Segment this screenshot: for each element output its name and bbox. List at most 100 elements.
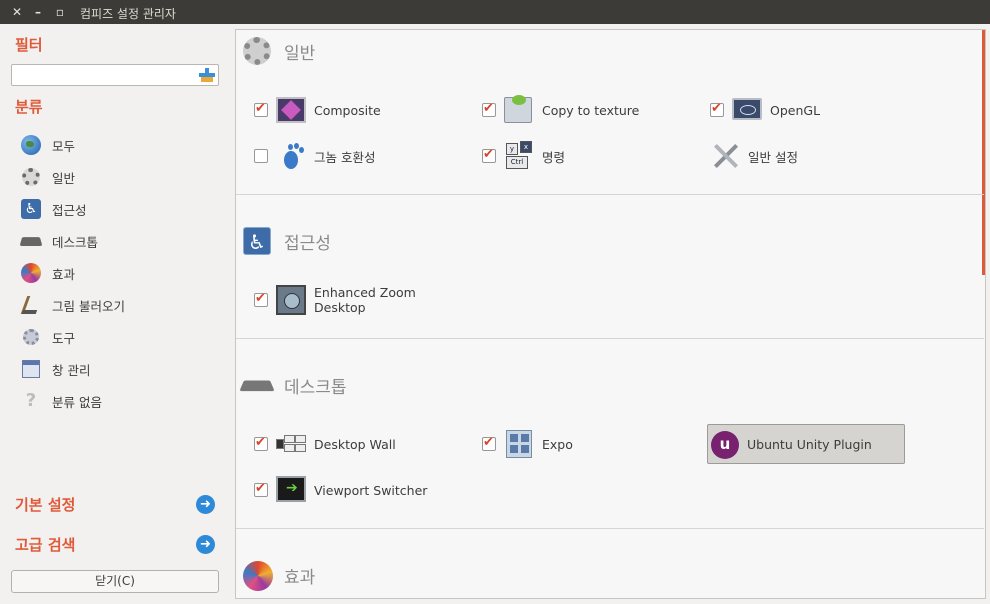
section-header-accessibility: ♿ 접근성 bbox=[242, 225, 331, 257]
category-label: 데스크톱 bbox=[52, 234, 99, 250]
gear-icon bbox=[242, 36, 272, 66]
advanced-search-link[interactable]: 고급 검색 ➜ bbox=[15, 532, 215, 556]
accessibility-icon: ♿ bbox=[20, 198, 42, 220]
window-title: 컴피즈 설정 관리자 bbox=[80, 7, 176, 21]
plugin-opengl[interactable]: OpenGL bbox=[710, 90, 910, 130]
minimize-window-icon[interactable]: – bbox=[30, 4, 46, 20]
category-label: 그림 불러오기 bbox=[52, 298, 125, 314]
category-label: 일반 bbox=[52, 170, 76, 186]
effects-icon bbox=[242, 560, 273, 591]
category-label: 접근성 bbox=[52, 202, 87, 218]
plugin-composite[interactable]: Composite bbox=[254, 90, 454, 130]
section-header-desktop: 데스크톱 bbox=[239, 369, 347, 401]
section-title: 효과 bbox=[284, 567, 316, 588]
filter-field[interactable] bbox=[11, 64, 219, 86]
plugin-checkbox[interactable] bbox=[254, 149, 268, 163]
plugin-label: 그놈 호환성 bbox=[314, 149, 376, 165]
accessibility-icon: ♿ bbox=[242, 226, 272, 256]
category-label: 창 관리 bbox=[52, 362, 91, 378]
section-divider bbox=[236, 338, 984, 339]
category-label: 분류 없음 bbox=[52, 394, 102, 410]
plugin-list-pane[interactable]: 일반 Composite Copy to texture OpenGL 그놈 호… bbox=[235, 29, 986, 599]
category-label: 도구 bbox=[52, 330, 76, 346]
plugin-copy-to-texture[interactable]: Copy to texture bbox=[482, 90, 682, 130]
desktop-wall-icon bbox=[276, 429, 306, 459]
window-management-icon bbox=[20, 358, 42, 380]
keyboard-command-icon: y x Ctrl bbox=[504, 141, 534, 171]
arrow-right-icon[interactable]: ➜ bbox=[196, 495, 215, 514]
section-title: 접근성 bbox=[284, 233, 331, 254]
plugin-label: Ubuntu Unity Plugin bbox=[747, 436, 872, 452]
plugin-commands[interactable]: y x Ctrl 명령 bbox=[482, 136, 682, 176]
category-window-management[interactable]: 창 관리 bbox=[20, 357, 220, 381]
plugin-ubuntu-unity[interactable]: u Ubuntu Unity Plugin bbox=[707, 424, 905, 464]
close-window-icon[interactable]: ✕ bbox=[9, 4, 25, 20]
plugin-checkbox[interactable] bbox=[482, 147, 496, 163]
section-title: 일반 bbox=[284, 43, 316, 64]
expo-icon bbox=[504, 429, 534, 459]
plugin-label: Enhanced Zoom bbox=[314, 285, 416, 300]
plugin-label: Desktop Wall bbox=[314, 436, 396, 452]
scrollbar[interactable] bbox=[982, 30, 985, 275]
plugin-checkbox[interactable] bbox=[254, 101, 268, 117]
section-divider bbox=[236, 194, 984, 195]
image-loading-icon bbox=[20, 294, 42, 316]
plugin-checkbox[interactable] bbox=[254, 481, 268, 497]
plugin-label: Composite bbox=[314, 102, 381, 118]
plugin-label: 일반 설정 bbox=[748, 149, 798, 165]
category-uncategorized[interactable]: ? 분류 없음 bbox=[20, 389, 220, 413]
plugin-checkbox[interactable] bbox=[254, 435, 268, 451]
category-image-loading[interactable]: 그림 불러오기 bbox=[20, 293, 220, 317]
category-label: 효과 bbox=[52, 266, 76, 282]
section-header-effects: 효과 bbox=[242, 559, 315, 591]
gnome-foot-icon bbox=[276, 141, 306, 171]
plugin-label: Expo bbox=[542, 436, 573, 452]
plugin-general-options[interactable]: 일반 설정 bbox=[710, 136, 910, 176]
preferences-label: 기본 설정 bbox=[15, 495, 76, 514]
plugin-checkbox[interactable] bbox=[254, 291, 268, 307]
plugin-label: Viewport Switcher bbox=[314, 482, 428, 498]
category-tools[interactable]: 도구 bbox=[20, 325, 220, 349]
preferences-link[interactable]: 기본 설정 ➜ bbox=[15, 492, 215, 516]
plugin-viewport-switcher[interactable]: Viewport Switcher bbox=[254, 470, 454, 510]
category-all[interactable]: 모두 bbox=[20, 133, 220, 157]
close-button[interactable]: 닫기(C) bbox=[11, 570, 219, 593]
wrench-screwdriver-icon bbox=[710, 141, 740, 171]
section-title: 데스크톱 bbox=[284, 377, 347, 398]
desktop-icon bbox=[239, 370, 275, 400]
plugin-label: OpenGL bbox=[770, 102, 821, 118]
plugin-desktop-wall[interactable]: Desktop Wall bbox=[254, 424, 454, 464]
plugin-enhanced-zoom[interactable]: Enhanced Zoom Desktop bbox=[254, 280, 454, 320]
plugin-checkbox[interactable] bbox=[710, 101, 724, 117]
plugin-checkbox[interactable] bbox=[482, 435, 496, 451]
category-desktop[interactable]: 데스크톱 bbox=[19, 229, 220, 253]
plugin-gnome-compat[interactable]: 그놈 호환성 bbox=[254, 136, 454, 176]
sidebar: 필터 분류 모두 일반 ♿ 접근성 데스크톱 효과 그림 불러오기 도구 창 관… bbox=[0, 24, 230, 604]
plugin-expo[interactable]: Expo bbox=[482, 424, 682, 464]
desktop-icon bbox=[19, 230, 43, 252]
copy-to-texture-icon bbox=[504, 95, 534, 125]
title-bar: ✕ – ▫ 컴피즈 설정 관리자 bbox=[0, 0, 990, 24]
maximize-window-icon[interactable]: ▫ bbox=[52, 4, 68, 20]
globe-icon bbox=[20, 134, 42, 156]
plugin-label: Copy to texture bbox=[542, 102, 640, 118]
question-icon: ? bbox=[25, 390, 37, 411]
filter-heading: 필터 bbox=[15, 36, 43, 54]
plugin-checkbox[interactable] bbox=[482, 101, 496, 117]
advanced-search-label: 고급 검색 bbox=[15, 535, 76, 554]
effects-icon bbox=[20, 262, 42, 284]
arrow-right-icon[interactable]: ➜ bbox=[196, 535, 215, 554]
category-label: 모두 bbox=[52, 138, 76, 154]
category-general[interactable]: 일반 bbox=[20, 165, 220, 189]
section-header-general: 일반 bbox=[242, 35, 315, 67]
tools-icon bbox=[20, 326, 42, 348]
clear-filter-icon[interactable] bbox=[199, 68, 215, 82]
plugin-label: Desktop bbox=[314, 300, 366, 315]
category-heading: 분류 bbox=[15, 98, 43, 116]
category-accessibility[interactable]: ♿ 접근성 bbox=[20, 197, 220, 221]
filter-input[interactable] bbox=[12, 66, 192, 86]
zoom-icon bbox=[276, 285, 306, 315]
plugin-label: 명령 bbox=[542, 149, 566, 165]
opengl-icon bbox=[732, 95, 762, 125]
category-effects[interactable]: 효과 bbox=[20, 261, 220, 285]
